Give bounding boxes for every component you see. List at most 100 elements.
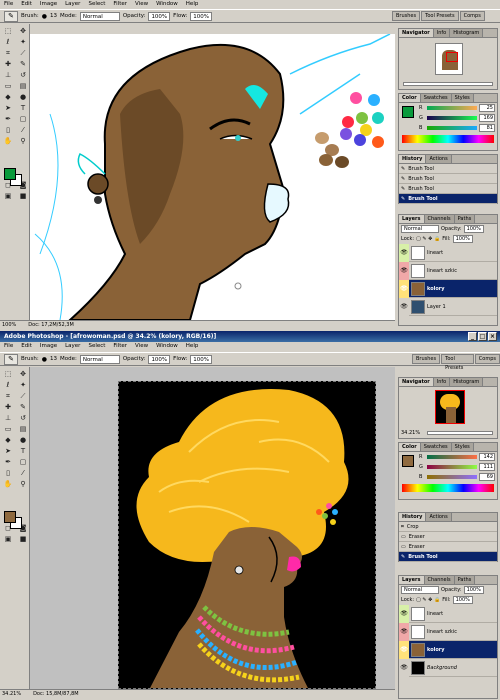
tab-actions[interactable]: Actions: [426, 513, 452, 521]
stamp-tool-icon[interactable]: ⊥: [1, 70, 15, 80]
type-tool-icon[interactable]: T: [16, 103, 30, 113]
brush-preset-icon[interactable]: ●: [42, 356, 47, 363]
tab-layers[interactable]: Layers: [399, 576, 425, 584]
menu-layer[interactable]: Layer: [61, 342, 84, 351]
tab-layers[interactable]: Layers: [399, 215, 425, 223]
g-slider[interactable]: [427, 465, 477, 469]
fill-field[interactable]: 100%: [452, 596, 473, 604]
mode-select[interactable]: Normal: [79, 11, 120, 21]
palette-tab-tool-presets[interactable]: Tool Presets: [421, 11, 459, 21]
brush-tool-icon[interactable]: ✎: [4, 353, 18, 365]
tab-actions[interactable]: Actions: [426, 155, 452, 163]
history-step[interactable]: ▭ Eraser: [399, 542, 497, 552]
foreground-color-swatch[interactable]: [4, 511, 16, 523]
layer-row[interactable]: 👁 lineart: [399, 243, 497, 262]
history-step-current[interactable]: ✎ Brush Tool: [399, 552, 497, 562]
slice-tool-icon[interactable]: ⟋: [16, 48, 30, 58]
marquee-tool-icon[interactable]: ⬚: [1, 369, 15, 379]
menu-layer[interactable]: Layer: [61, 0, 84, 9]
tab-histogram[interactable]: Histogram: [450, 378, 484, 386]
layer-row[interactable]: 👁 lineart szkic: [399, 622, 497, 641]
foreground-color-swatch[interactable]: [4, 168, 16, 180]
flow-field[interactable]: 100%: [190, 11, 213, 21]
navigator-zoom-slider[interactable]: [403, 82, 493, 86]
visibility-eye-icon[interactable]: 👁: [399, 640, 409, 659]
path-select-icon[interactable]: ➤: [1, 103, 15, 113]
palette-tab-brushes[interactable]: Brushes: [412, 354, 441, 364]
opacity-field[interactable]: 100%: [148, 354, 171, 364]
r-slider[interactable]: [427, 455, 477, 459]
screen-mode-icon[interactable]: ▣: [1, 191, 15, 201]
fullscreen-icon[interactable]: ■: [16, 534, 30, 544]
g-slider[interactable]: [427, 116, 477, 120]
gradient-tool-icon[interactable]: ▤: [16, 81, 30, 91]
maximize-button[interactable]: □: [478, 332, 487, 341]
blend-mode-select[interactable]: Normal: [401, 225, 439, 233]
history-step[interactable]: ✎ Brush Tool: [399, 164, 497, 174]
tab-channels[interactable]: Channels: [424, 576, 455, 584]
b-slider[interactable]: [427, 126, 477, 130]
navigator-thumbnail[interactable]: [435, 43, 463, 75]
menu-view[interactable]: View: [131, 0, 152, 9]
menu-window[interactable]: Window: [152, 342, 182, 351]
tab-info[interactable]: Info: [433, 378, 451, 386]
type-tool-icon[interactable]: T: [16, 446, 30, 456]
history-brush-icon[interactable]: ↺: [16, 70, 30, 80]
lock-icons[interactable]: ▢ ✎ ✥ 🔒: [416, 236, 440, 242]
shape-tool-icon[interactable]: ▢: [16, 457, 30, 467]
palette-tab-tool-presets[interactable]: Tool Presets: [441, 354, 474, 371]
menu-window[interactable]: Window: [152, 0, 182, 9]
dodge-tool-icon[interactable]: ●: [16, 435, 30, 445]
history-brush-icon[interactable]: ↺: [16, 413, 30, 423]
canvas-lineart[interactable]: [30, 34, 395, 320]
path-select-icon[interactable]: ➤: [1, 446, 15, 456]
lasso-tool-icon[interactable]: ℓ: [1, 380, 15, 390]
layer-row[interactable]: 👁 Background: [399, 658, 497, 677]
pen-tool-icon[interactable]: ✒: [1, 457, 15, 467]
b-value[interactable]: 69: [479, 473, 495, 481]
menu-file[interactable]: File: [0, 0, 17, 9]
menu-help[interactable]: Help: [182, 342, 203, 351]
history-step[interactable]: ✎ Brush Tool: [399, 184, 497, 194]
blur-tool-icon[interactable]: ◆: [1, 92, 15, 102]
hand-tool-icon[interactable]: ✋: [1, 136, 15, 146]
zoom-level[interactable]: 34.21%: [2, 690, 21, 699]
menu-image[interactable]: Image: [36, 0, 61, 9]
blur-tool-icon[interactable]: ◆: [1, 435, 15, 445]
eraser-tool-icon[interactable]: ▭: [1, 81, 15, 91]
menu-filter[interactable]: Filter: [109, 342, 131, 351]
navigator-zoom-slider[interactable]: [427, 431, 493, 435]
color-spectrum-ramp[interactable]: [402, 484, 494, 492]
visibility-eye-icon[interactable]: 👁: [399, 297, 409, 316]
menu-view[interactable]: View: [131, 342, 152, 351]
menu-edit[interactable]: Edit: [17, 342, 36, 351]
blend-mode-select[interactable]: Normal: [401, 586, 439, 594]
tab-color[interactable]: Color: [399, 94, 421, 102]
visibility-eye-icon[interactable]: 👁: [399, 622, 409, 641]
tab-navigator[interactable]: Navigator: [399, 29, 434, 37]
slice-tool-icon[interactable]: ⟋: [16, 391, 30, 401]
visibility-eye-icon[interactable]: 👁: [399, 279, 409, 298]
palette-tab-comps[interactable]: Comps: [474, 354, 500, 364]
menu-file[interactable]: File: [0, 342, 17, 351]
crop-tool-icon[interactable]: ⌗: [1, 391, 15, 401]
brush-tool-icon[interactable]: ✎: [16, 402, 30, 412]
visibility-eye-icon[interactable]: 👁: [399, 604, 409, 623]
brush-tool-icon[interactable]: ✎: [16, 59, 30, 69]
hand-tool-icon[interactable]: ✋: [1, 479, 15, 489]
opacity-field[interactable]: 100%: [148, 11, 171, 21]
crop-tool-icon[interactable]: ⌗: [1, 48, 15, 58]
history-step[interactable]: ▭ Eraser: [399, 532, 497, 542]
brush-tool-icon[interactable]: ✎: [4, 10, 18, 22]
layer-opacity-field[interactable]: 100%: [463, 225, 484, 233]
tab-histogram[interactable]: Histogram: [450, 29, 484, 37]
color-spectrum-ramp[interactable]: [402, 135, 494, 143]
zoom-tool-icon[interactable]: ⚲: [16, 479, 30, 489]
layer-row[interactable]: 👁 kolory: [399, 640, 497, 659]
history-step-current[interactable]: ✎ Brush Tool: [399, 194, 497, 204]
tab-styles[interactable]: Styles: [451, 94, 474, 102]
layer-row[interactable]: 👁 lineart szkic: [399, 261, 497, 280]
b-slider[interactable]: [427, 475, 477, 479]
menu-filter[interactable]: Filter: [109, 0, 131, 9]
screen-mode-icon[interactable]: ▣: [1, 534, 15, 544]
